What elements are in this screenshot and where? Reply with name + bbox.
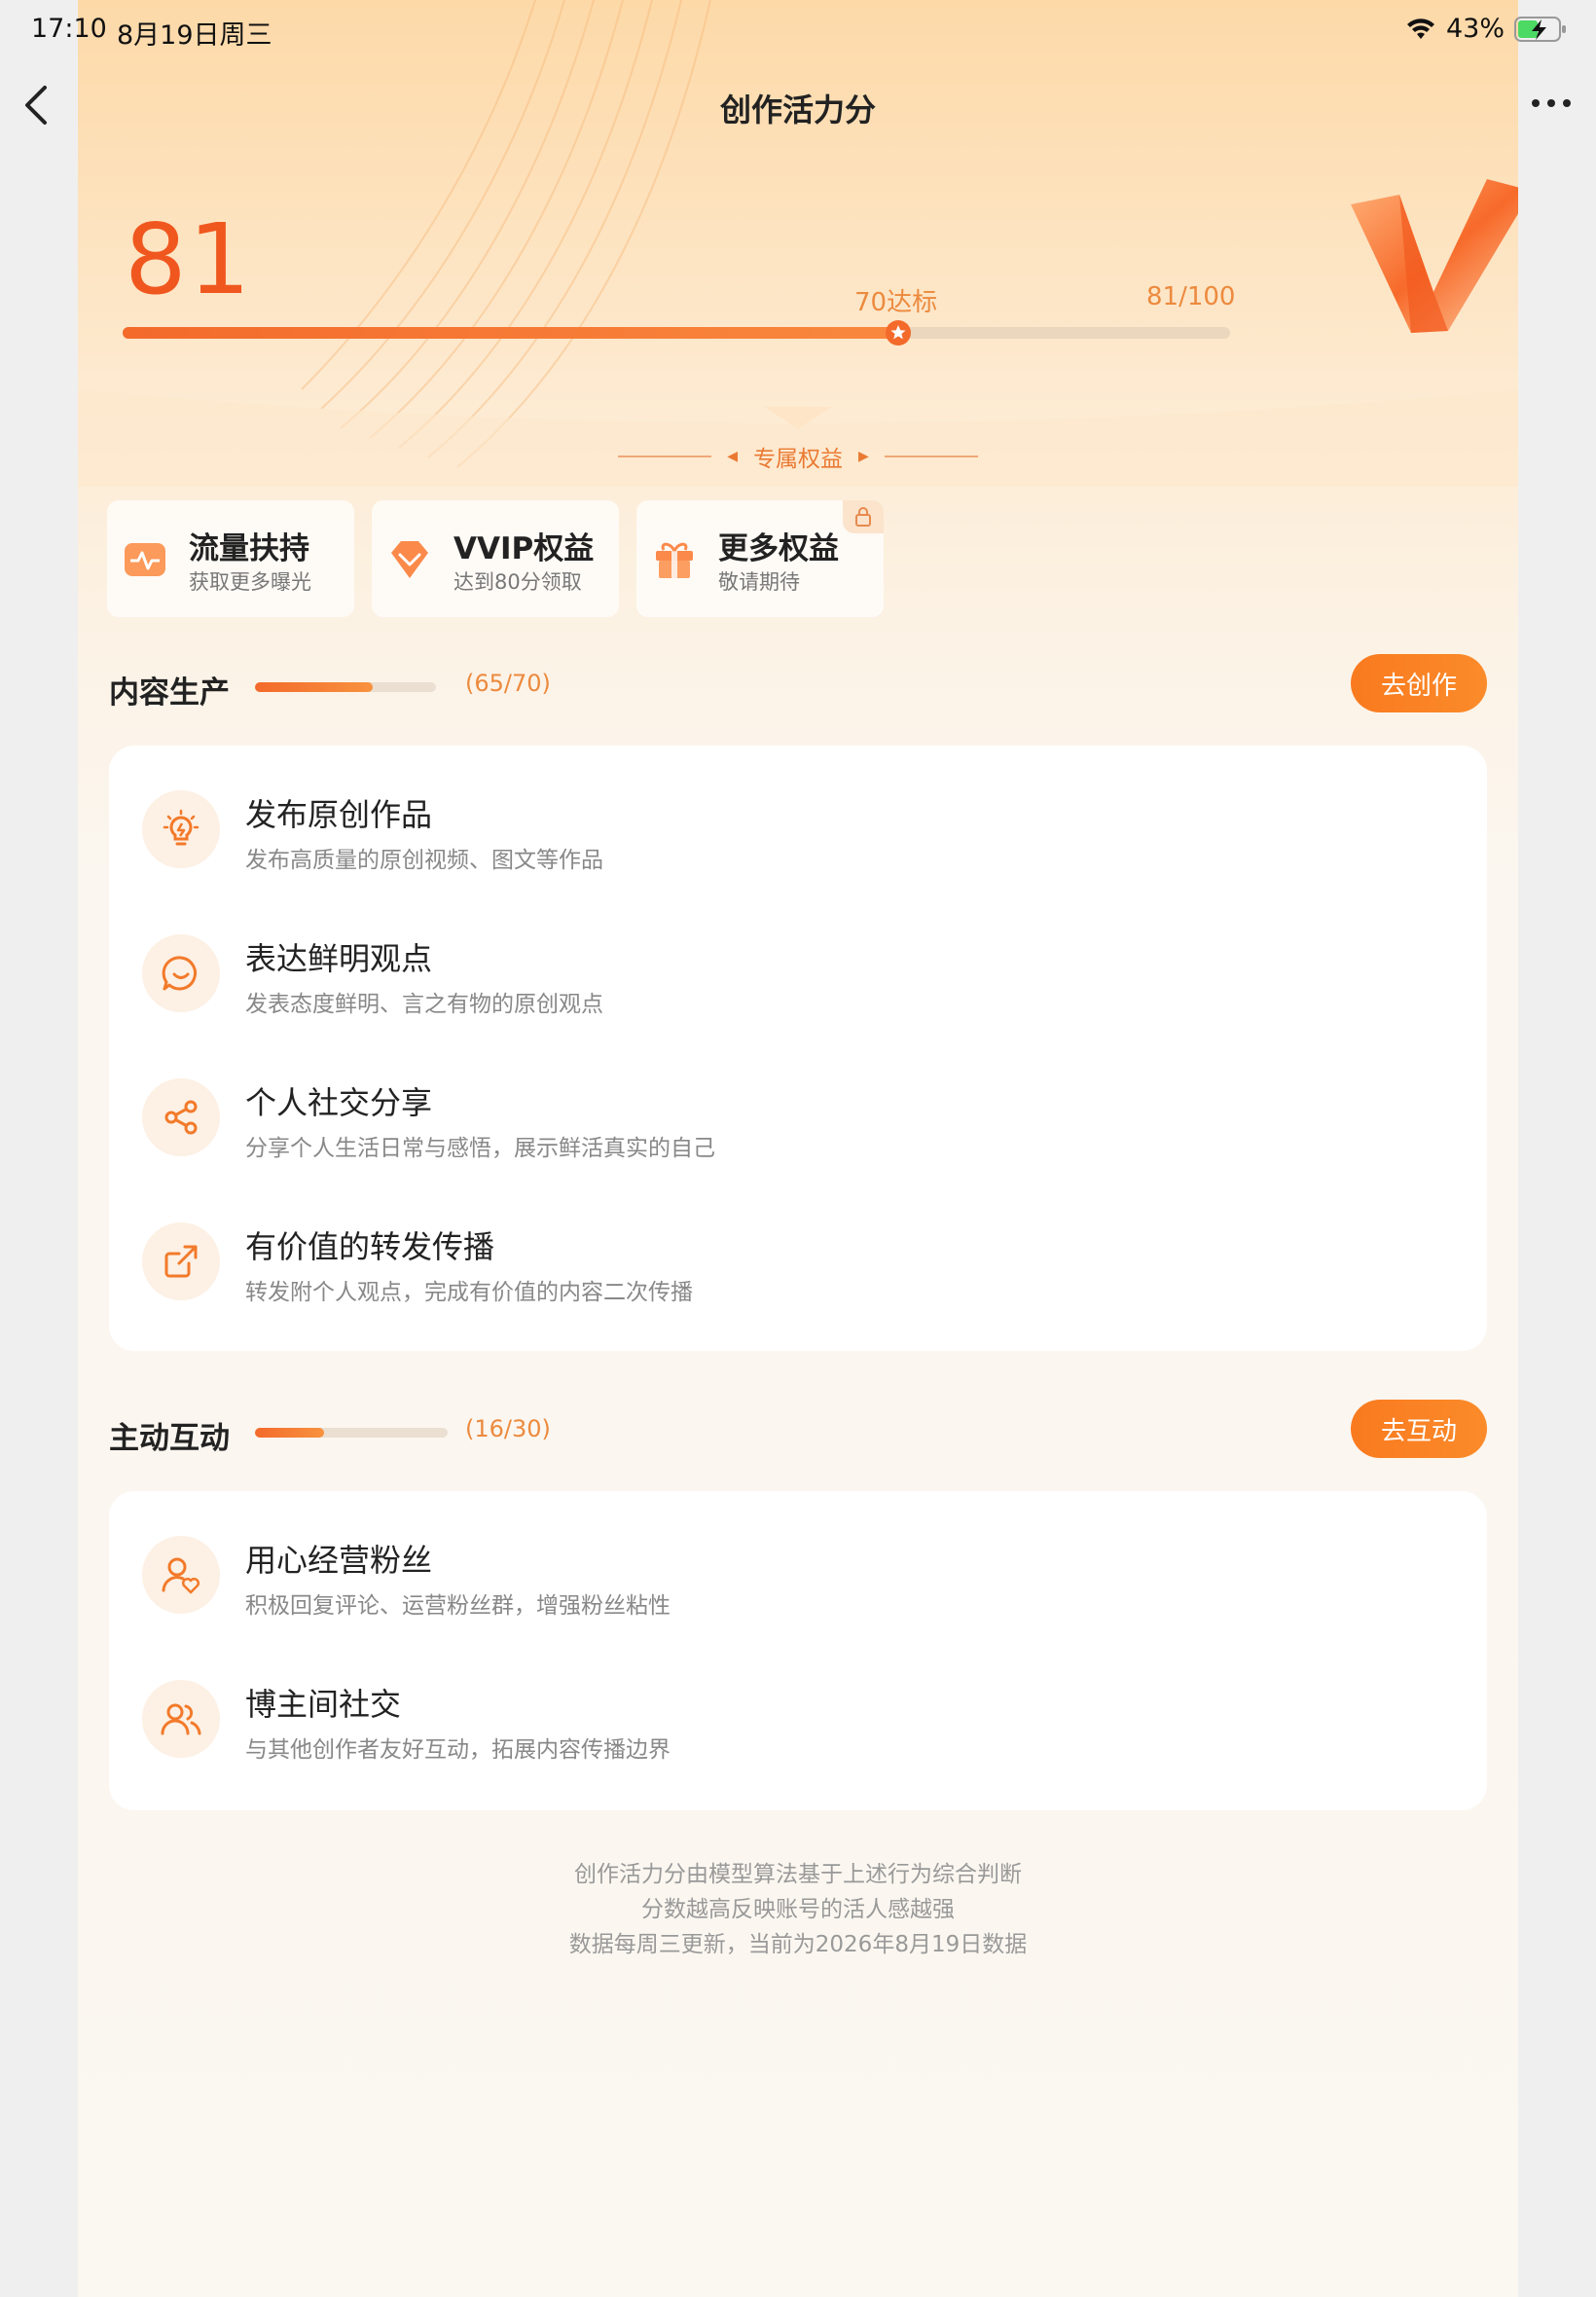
lock-icon: [855, 507, 871, 527]
benefit-more[interactable]: 更多权益 敬请期待: [636, 500, 884, 617]
section-progress-fill: [255, 682, 373, 692]
content-production-card: 发布原创作品 发布高质量的原创视频、图文等作品 表达鲜明观点 发表态度鲜明、言之…: [109, 746, 1487, 1351]
section-title: 内容生产: [109, 675, 230, 711]
benefits-heading: ◀ 专属权益 ▶: [0, 440, 1596, 473]
footer-note: 创作活力分由模型算法基于上述行为综合判断 分数越高反映账号的活人感越强 数据每周…: [0, 1857, 1596, 1962]
triangle-left-icon: ◀: [727, 449, 738, 464]
item-title: 发布原创作品: [245, 796, 433, 833]
item-title: 博主间社交: [245, 1686, 402, 1723]
item-desc: 转发附个人观点，完成有价值的内容二次传播: [245, 1280, 693, 1305]
benefit-subtitle: 达到80分领取: [453, 570, 582, 594]
benefit-traffic-support[interactable]: 流量扶持 获取更多曝光: [107, 500, 354, 617]
section-content-production-header: 内容生产 (65/70) 去创作: [109, 654, 1487, 716]
share-icon: [142, 1078, 220, 1156]
score-total-label: 81/100: [1146, 282, 1236, 311]
section-progress-track: [255, 682, 436, 692]
battery-percent: 43%: [1445, 14, 1505, 44]
section-interaction-header: 主动互动 (16/30) 去互动: [109, 1400, 1487, 1462]
section-progress-track: [255, 1428, 448, 1438]
interaction-card: 用心经营粉丝 积极回复评论、运营粉丝群，增强粉丝粘性 博主间社交 与其他创作者友…: [109, 1491, 1487, 1810]
chat-smile-icon: [142, 934, 220, 1012]
gift-icon: [656, 542, 693, 578]
triangle-right-icon: ▶: [858, 449, 869, 464]
user-heart-icon: [142, 1536, 220, 1614]
section-progress-fill: [255, 1428, 324, 1438]
list-item[interactable]: 博主间社交 与其他创作者友好互动，拓展内容传播边界: [109, 1635, 1487, 1779]
score-progress-fill: [123, 327, 898, 339]
page-title: 创作活力分: [719, 91, 876, 128]
lightbulb-icon: [142, 790, 220, 868]
item-title: 用心经营粉丝: [245, 1542, 433, 1579]
forward-icon: [142, 1222, 220, 1300]
divider-left: [618, 456, 712, 457]
list-item[interactable]: 发布原创作品 发布高质量的原创视频、图文等作品: [109, 746, 1487, 890]
list-item[interactable]: 有价值的转发传播 转发附个人观点，完成有价值的内容二次传播: [109, 1178, 1487, 1322]
go-interact-button[interactable]: 去互动: [1351, 1400, 1487, 1458]
users-icon: [142, 1680, 220, 1758]
benefit-title: VVIP权益: [453, 531, 595, 566]
score-progress-track: [123, 327, 1230, 339]
v-logo-icon: [1351, 179, 1518, 333]
benefit-subtitle: 敬请期待: [718, 570, 800, 594]
score-value: 81: [125, 202, 253, 316]
benefit-tiles: 流量扶持 获取更多曝光 VVIP权益 达到80分领取 更多权益 敬请期待: [107, 500, 884, 617]
benefit-title: 更多权益: [718, 531, 839, 566]
status-time: 17:10: [31, 14, 107, 44]
item-desc: 发布高质量的原创视频、图文等作品: [245, 848, 603, 873]
status-right: 43%: [1405, 14, 1567, 44]
item-desc: 与其他创作者友好互动，拓展内容传播边界: [245, 1737, 671, 1763]
lock-badge: [843, 500, 884, 533]
threshold-star-icon: [885, 320, 911, 346]
section-count: (16/30): [465, 1415, 551, 1442]
footer-line: 数据每周三更新，当前为2026年8月19日数据: [568, 1932, 1028, 1957]
item-title: 个人社交分享: [245, 1084, 433, 1121]
item-desc: 积极回复评论、运营粉丝群，增强粉丝粘性: [245, 1593, 671, 1619]
traffic-pulse-icon: [125, 543, 165, 576]
divider-right: [884, 456, 978, 457]
footer-line: 创作活力分由模型算法基于上述行为综合判断: [574, 1862, 1022, 1887]
battery-charging-icon: [1514, 16, 1566, 42]
footer-line: 分数越高反映账号的活人感越强: [641, 1897, 955, 1922]
item-desc: 分享个人生活日常与感悟，展示鲜活真实的自己: [245, 1136, 715, 1161]
benefits-heading-text: 专属权益: [753, 447, 843, 472]
section-count: (65/70): [465, 670, 551, 697]
section-title: 主动互动: [109, 1421, 230, 1456]
threshold-label: 70达标: [854, 288, 938, 317]
item-title: 有价值的转发传播: [245, 1228, 495, 1265]
status-date: 8月19日周三: [117, 20, 272, 51]
list-item[interactable]: 个人社交分享 分享个人生活日常与感悟，展示鲜活真实的自己: [109, 1034, 1487, 1178]
wifi-icon: [1406, 18, 1434, 39]
benefit-vvip[interactable]: VVIP权益 达到80分领取: [372, 500, 619, 617]
list-item[interactable]: 表达鲜明观点 发表态度鲜明、言之有物的原创观点: [109, 890, 1487, 1034]
item-title: 表达鲜明观点: [245, 940, 433, 977]
list-item[interactable]: 用心经营粉丝 积极回复评论、运营粉丝群，增强粉丝粘性: [109, 1491, 1487, 1635]
status-bar: 17:10 8月19日周三 43%: [0, 14, 1596, 51]
header-decoration: [78, 0, 1518, 487]
benefit-subtitle: 获取更多曝光: [189, 570, 311, 594]
item-desc: 发表态度鲜明、言之有物的原创观点: [245, 992, 603, 1017]
diamond-icon: [391, 541, 428, 578]
benefit-title: 流量扶持: [189, 531, 309, 566]
go-create-button[interactable]: 去创作: [1351, 654, 1487, 712]
